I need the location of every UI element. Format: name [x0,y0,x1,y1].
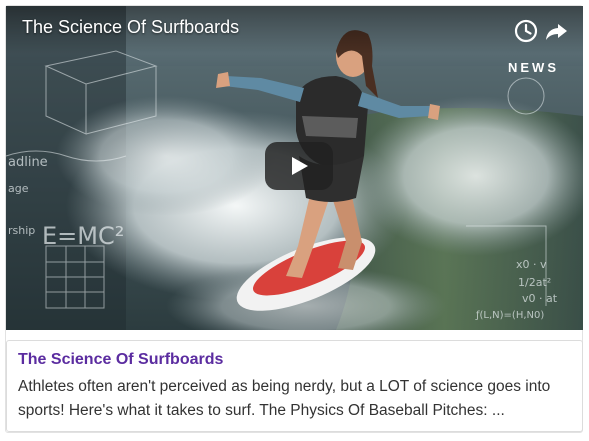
video-player[interactable]: E=MC² adline age rship x0 · v 1/2at² v0 … [6,6,583,330]
share-arrow-icon[interactable] [541,16,571,46]
svg-text:v0 · at: v0 · at [522,292,558,305]
video-title[interactable]: The Science Of Surfboards [22,17,239,38]
clock-icon[interactable] [511,16,541,46]
svg-text:rship: rship [8,224,35,237]
caption-description: Athletes often aren't perceived as being… [18,378,551,419]
svg-text:adline: adline [8,155,48,170]
svg-text:age: age [8,182,29,195]
caption-title-link[interactable]: The Science Of Surfboards [18,351,223,369]
brand-badge: NEWS [508,60,559,75]
svg-text:ƒ(L,N)=(H,N0): ƒ(L,N)=(H,N0) [475,310,544,321]
play-button[interactable] [265,142,333,190]
svg-text:1/2at²: 1/2at² [518,276,551,289]
video-caption: The Science Of Surfboards Athletes often… [6,340,583,432]
svg-text:x0 · v: x0 · v [516,258,547,271]
svg-text:E=MC²: E=MC² [42,222,124,250]
play-icon [292,157,308,175]
